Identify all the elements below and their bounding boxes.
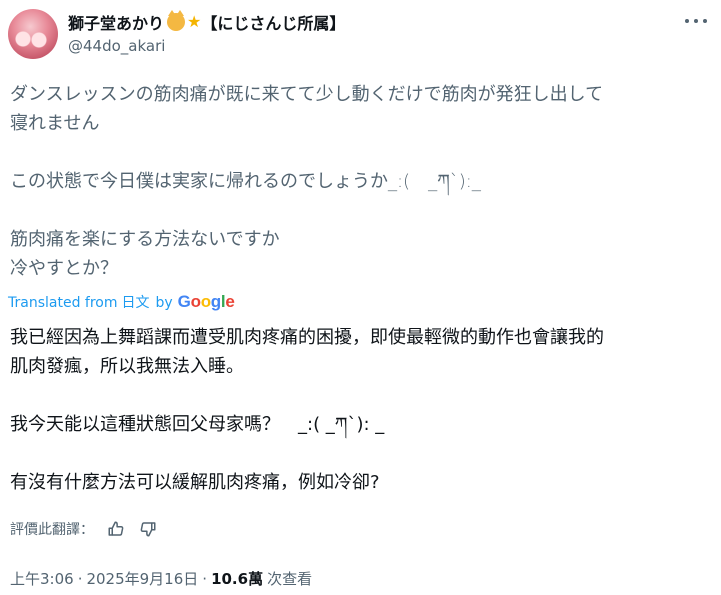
translated-by-label: by	[155, 295, 173, 311]
thumbs-up-button[interactable]	[106, 519, 126, 539]
views-count[interactable]: 10.6萬	[211, 568, 263, 589]
display-name[interactable]: 獅子堂あかり	[68, 10, 164, 34]
views-label: 次查看	[267, 570, 313, 588]
sparkle-star-icon: ★	[187, 12, 202, 31]
translated-line: 肌肉發瘋，所以我無法入睡。	[10, 356, 244, 377]
tweet-detail: 獅子堂あかり ★ 【にじさんじ所属】 @44do_akari ダンスレッスンの筋…	[0, 0, 721, 595]
more-dot-icon	[694, 19, 698, 23]
separator: ·	[202, 569, 208, 588]
translated-line: 我今天能以這種狀態回父母家嗎？ _:( _ཀ`): _	[10, 414, 385, 435]
author-handle[interactable]: @44do_akari	[68, 37, 165, 55]
more-options-button[interactable]	[685, 14, 707, 28]
original-line: この状態で今日僕は実家に帰れるのでしょうか_:( _ཀ`):_	[10, 171, 481, 192]
original-line: 冷やすとか？	[10, 258, 118, 279]
rate-translation-label: 評價此翻譯：	[10, 522, 94, 538]
translated-from-label: Translated from	[8, 295, 118, 311]
affiliation-badge-text: 【にじさんじ所属】	[201, 14, 346, 33]
thumbs-up-icon	[108, 521, 124, 536]
original-text: ダンスレッスンの筋肉痛が既に来てて少し動くだけで筋肉が発狂し出して 寝れません …	[10, 80, 710, 283]
translated-text: 我已經因為上舞蹈課而遭受肌肉疼痛的困擾，即使最輕微的動作也會讓我的 肌肉發瘋，所…	[10, 323, 712, 497]
tweet-meta: 上午3:06 · 2025年9月16日 · 10.6萬 次查看	[10, 568, 312, 589]
more-dot-icon	[703, 19, 707, 23]
author-name-line[interactable]: 獅子堂あかり ★ 【にじさんじ所属】	[68, 10, 345, 34]
more-dot-icon	[685, 19, 689, 23]
avatar-image	[8, 9, 58, 59]
avatar[interactable]	[8, 9, 58, 59]
thumbs-down-icon	[140, 522, 156, 537]
translated-line: 我已經因為上舞蹈課而遭受肌肉疼痛的困擾，即使最輕微的動作也會讓我的	[10, 327, 604, 348]
translated-line: 有沒有什麼方法可以緩解肌肉疼痛，例如冷卻?	[10, 472, 380, 493]
cat-face-icon	[167, 10, 186, 31]
rate-translation: 評價此翻譯：	[10, 519, 158, 539]
original-line: 寝れません	[10, 113, 100, 134]
separator: ·	[77, 569, 83, 588]
original-line: ダンスレッスンの筋肉痛が既に来てて少し動くだけで筋肉が発狂し出して	[10, 84, 604, 105]
google-logo: Google	[177, 292, 235, 311]
original-line: 筋肉痛を楽にする方法ないですか	[10, 229, 280, 250]
source-language-link[interactable]: 日文	[121, 292, 149, 312]
post-date[interactable]: 2025年9月16日	[86, 568, 198, 589]
post-time[interactable]: 上午3:06	[10, 568, 74, 589]
translation-attribution: Translated from 日文 by Google	[8, 292, 235, 312]
thumbs-down-button[interactable]	[138, 519, 158, 539]
